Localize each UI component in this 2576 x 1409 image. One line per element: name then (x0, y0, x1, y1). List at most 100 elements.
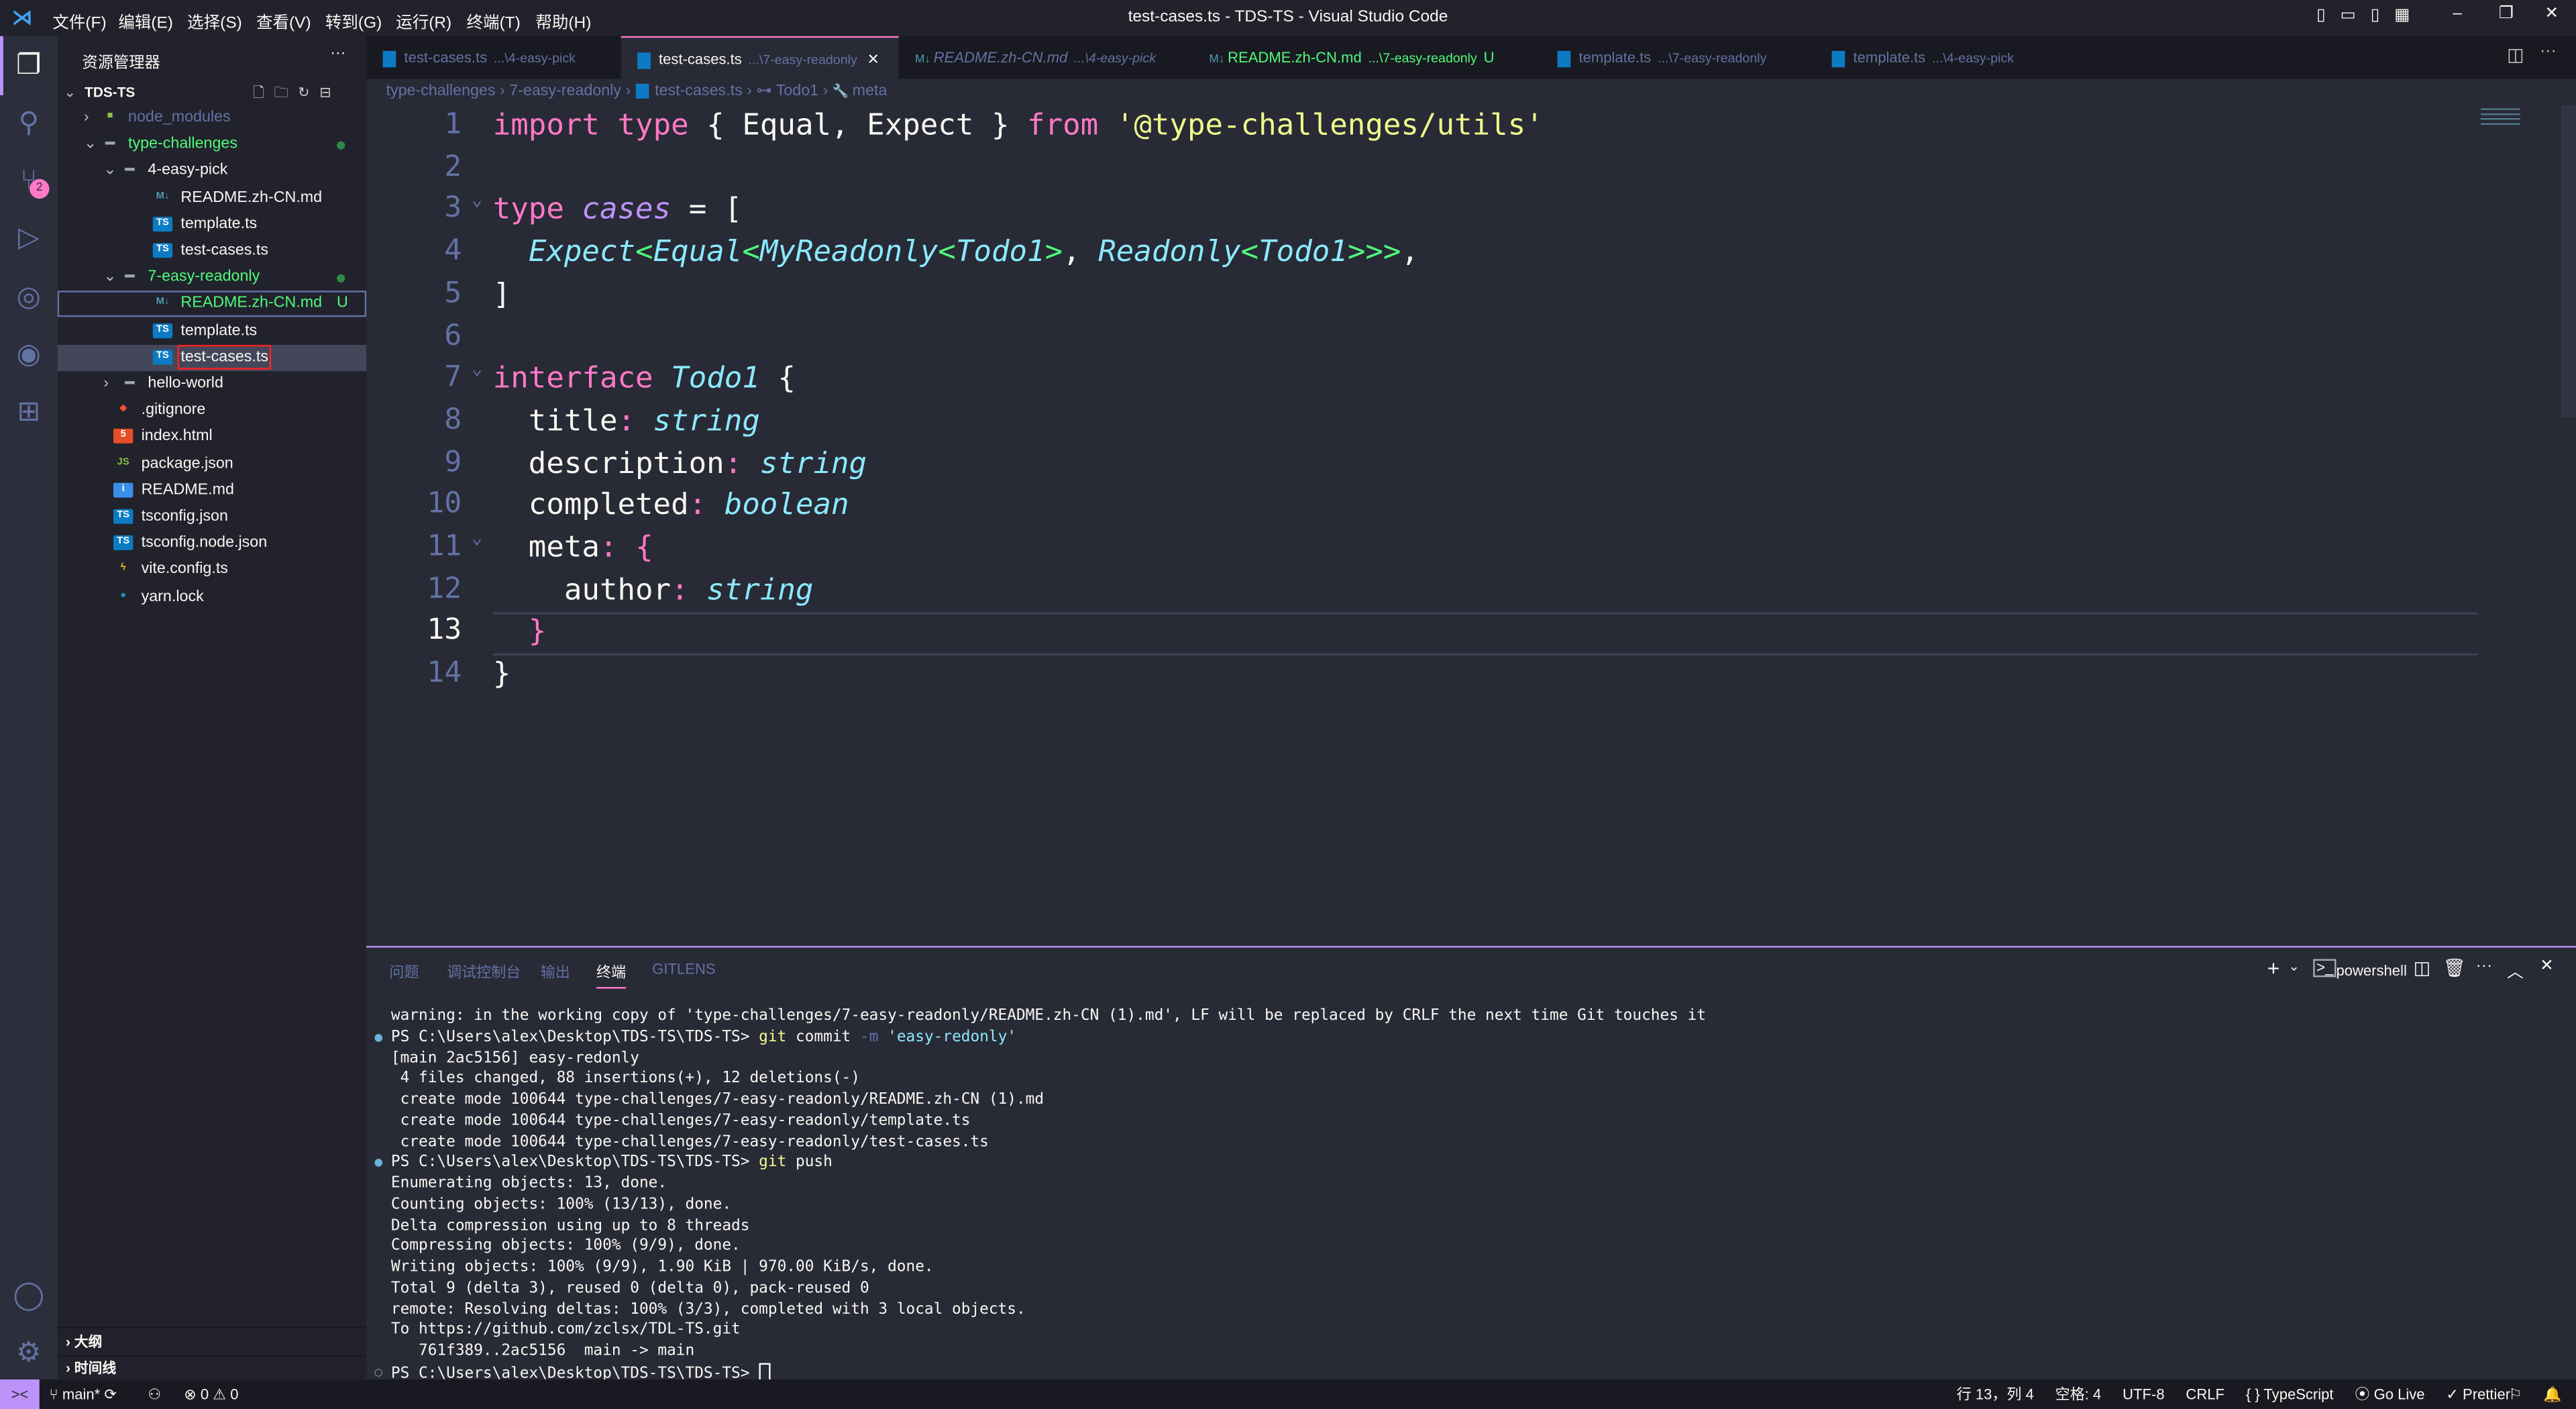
fold-chevron-icon[interactable]: ⌄ (472, 527, 482, 549)
close-window-button[interactable]: ✕ (2545, 5, 2559, 23)
panel-tab-1[interactable]: 调试控制台 (447, 961, 521, 982)
code-token: , (1063, 235, 1099, 270)
menu-2[interactable]: 选择(S) (187, 8, 242, 33)
close-panel-icon[interactable]: ✕ (2540, 957, 2554, 976)
tab-0[interactable]: test-cases.ts ...\4-easy-pick (366, 36, 621, 79)
tree-item[interactable]: 5 index.html (58, 424, 366, 450)
menu-1[interactable]: 编辑(E) (118, 8, 173, 33)
line-number: 10 (427, 488, 462, 521)
tree-item[interactable]: ⌄ ▬ 4-easy-pick (58, 158, 366, 185)
status-item[interactable]: ⦿ Go Live (2355, 1386, 2424, 1402)
timeline-section[interactable]: › 时间线 (58, 1355, 366, 1381)
tree-item[interactable]: M↓ README.zh-CN.md U (57, 291, 367, 318)
maximize-panel-icon[interactable]: ︿ (2507, 957, 2523, 982)
account-icon[interactable]: ◯ (11, 1277, 46, 1312)
tree-item[interactable]: TS template.ts (58, 211, 366, 238)
settings-gear-icon[interactable]: ⚙ (11, 1335, 46, 1369)
menu-7[interactable]: 帮助(H) (535, 8, 591, 33)
menu-0[interactable]: 文件(F) (52, 8, 106, 33)
tree-item[interactable]: TS test-cases.ts (57, 344, 367, 371)
breadcrumb-item[interactable]: 7-easy-readonly (509, 82, 621, 100)
tree-item[interactable]: › ■ node_modules (58, 105, 366, 132)
outline-section[interactable]: › 大纲 (58, 1328, 366, 1355)
source-control-icon[interactable]: ⑂ 2 (11, 162, 50, 199)
shell-name[interactable]: powershell (2336, 962, 2406, 978)
tree-item[interactable]: ⌄ ▬ type-challenges (58, 132, 366, 158)
terminal-text: create mode 100644 type-challenges/7-eas… (390, 1111, 971, 1130)
panel-tab-0[interactable]: 问题 (389, 961, 419, 982)
menu-3[interactable]: 查看(V) (256, 8, 311, 33)
run-debug-icon[interactable]: ▷ (11, 220, 46, 254)
remote-explorer-icon[interactable]: ◎ (11, 279, 46, 313)
menu-5[interactable]: 运行(R) (396, 8, 451, 33)
more-actions-button[interactable]: ··· (330, 44, 345, 62)
branch-indicator[interactable]: ⑂ main* ⟳ (49, 1379, 116, 1409)
scm-badge: 2 (30, 178, 50, 199)
feedback-icon[interactable]: ⚐ (2509, 1379, 2522, 1409)
tree-item[interactable]: › ▬ hello-world (58, 371, 366, 397)
vscode-window: ⋊ test-cases.ts - TDS-TS - Visual Studio… (0, 0, 2576, 1409)
code-editor[interactable]: 1 import type { Equal, Expect } from '@ty… (366, 105, 2576, 946)
status-item[interactable]: ✓ Prettier (2446, 1386, 2510, 1402)
status-item[interactable]: { } TypeScript (2246, 1386, 2334, 1402)
remote-indicator[interactable]: >< (0, 1379, 40, 1409)
gitlens-icon[interactable]: ◉ (11, 337, 46, 371)
editor-scrollbar[interactable] (2561, 105, 2576, 417)
terminal-output[interactable]: warning: in the working copy of 'type-ch… (374, 1006, 1706, 1385)
tree-item[interactable]: ⌄ ▬ 7-easy-readonly (58, 265, 366, 291)
tree-item[interactable]: ϟ vite.config.ts (58, 558, 366, 584)
tab-2[interactable]: M↓ README.zh-CN.md ...\4-easy-pick (899, 36, 1193, 79)
tree-item[interactable]: TS test-cases.ts (58, 238, 366, 264)
minimize-button[interactable]: – (2453, 5, 2462, 23)
panel-tab-2[interactable]: 输出 (541, 961, 570, 982)
tree-item[interactable]: TS tsconfig.node.json (58, 531, 366, 557)
close-tab-icon[interactable]: ✕ (867, 51, 879, 67)
fold-chevron-icon[interactable]: ⌄ (472, 358, 482, 380)
restore-button[interactable]: ❐ (2499, 5, 2514, 23)
problems-indicator[interactable]: ⊗ 0 ⚠ 0 (184, 1379, 238, 1409)
split-editor-icon[interactable]: ◫ (2507, 44, 2524, 66)
search-icon[interactable]: ⚲ (11, 105, 46, 140)
layout-toggle-icons[interactable]: ▯▭▯▦ (2316, 7, 2424, 25)
tree-item[interactable]: ● yarn.lock (58, 584, 366, 610)
extensions-icon[interactable]: ⊞ (11, 394, 46, 428)
tree-item[interactable]: TS tsconfig.json (58, 504, 366, 530)
tree-item[interactable]: JS package.json (58, 451, 366, 477)
more-icon[interactable]: ··· (2476, 957, 2492, 976)
trash-icon[interactable]: 🗑 (2443, 957, 2466, 978)
menu-6[interactable]: 终端(T) (467, 8, 521, 33)
notifications-icon[interactable]: 🔔 (2543, 1379, 2561, 1409)
split-terminal-icon[interactable]: ◫ (2414, 957, 2430, 978)
tree-item[interactable]: ◆ .gitignore (58, 398, 366, 424)
minimap[interactable] (2480, 108, 2520, 125)
breadcrumb-item[interactable]: Todo1 (776, 82, 818, 100)
tab-1[interactable]: test-cases.ts ...\7-easy-readonly ✕ (621, 36, 899, 79)
workspace-root[interactable]: ⌄ TDS-TS 🗋🗀↻⊟ (58, 79, 366, 105)
fold-chevron-icon[interactable]: ⌄ (472, 189, 482, 211)
sync-icon[interactable]: ⟳ (104, 1386, 116, 1402)
tsconfig-icon: TS (113, 535, 133, 551)
code-token: Readonly (1098, 235, 1241, 270)
menu-4[interactable]: 转到(G) (325, 8, 382, 33)
more-editor-actions[interactable]: ··· (2540, 43, 2556, 61)
new-terminal-button[interactable]: + (2267, 956, 2280, 981)
tree-item[interactable]: M↓ README.zh-CN.md (58, 185, 366, 211)
status-item[interactable]: CRLF (2186, 1386, 2224, 1402)
breadcrumb-item[interactable]: test-cases.ts (655, 82, 743, 100)
tab-4[interactable]: template.ts ...\7-easy-readonly (1541, 36, 1815, 79)
tree-item[interactable]: TS template.ts (58, 318, 366, 344)
gitlens-status-icon[interactable]: ⚇ (148, 1379, 161, 1409)
status-item[interactable]: UTF-8 (2123, 1386, 2164, 1402)
status-item[interactable]: 行 13，列 4 (1957, 1386, 2034, 1402)
breadcrumb-item[interactable]: type-challenges (386, 82, 496, 100)
chevron-down-icon[interactable]: ⌄ (2288, 959, 2299, 974)
tree-item[interactable]: i README.md (58, 478, 366, 504)
breadcrumb-item[interactable]: meta (853, 82, 888, 100)
tab-3[interactable]: M↓ README.zh-CN.md ...\7-easy-readonly U (1193, 36, 1541, 79)
panel-tab-3[interactable]: 终端 (596, 961, 627, 989)
panel-tab-4[interactable]: GITLENS (652, 961, 715, 977)
explorer-actions[interactable]: 🗋🗀↻⊟ (253, 79, 341, 105)
status-item[interactable]: 空格: 4 (2055, 1386, 2102, 1402)
explorer-icon[interactable]: ❐ (11, 48, 46, 82)
tab-5[interactable]: template.ts ...\4-easy-pick (1815, 36, 2061, 79)
